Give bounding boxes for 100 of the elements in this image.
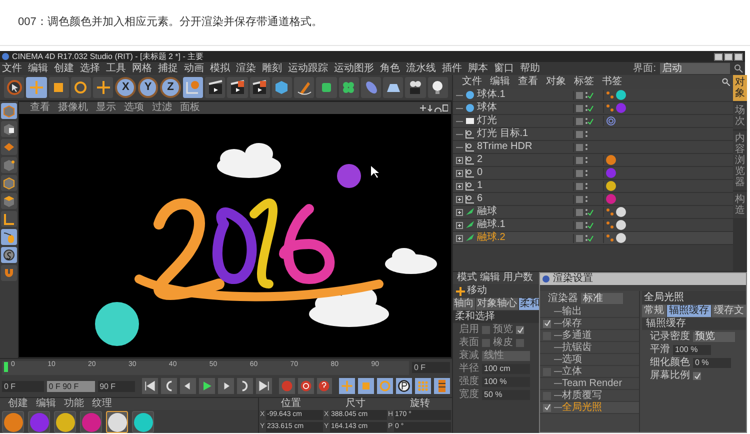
expand-icon[interactable] <box>456 170 463 176</box>
renderer-dropdown[interactable]: 标准 <box>581 293 623 304</box>
menu-item[interactable]: 动画 <box>184 62 204 74</box>
settings-list-item[interactable]: 输出 <box>540 306 639 318</box>
expand-icon[interactable] <box>456 208 463 216</box>
menu-item[interactable]: 编辑 <box>490 76 510 88</box>
menu-item[interactable]: 脚本 <box>468 62 488 74</box>
menu-item[interactable]: 插件 <box>442 62 462 74</box>
number-field[interactable]: 100 % <box>673 345 711 355</box>
menu-item[interactable]: 编辑 <box>28 62 48 74</box>
side-tab[interactable]: 内容浏览器 <box>733 131 747 190</box>
density-dropdown[interactable]: 预览 <box>693 332 735 342</box>
menu-item[interactable]: 创建 <box>54 62 74 74</box>
menu-item[interactable]: 选项 <box>124 102 144 114</box>
settings-list-item[interactable]: 抗锯齿 <box>540 342 639 354</box>
tweak-mode-button[interactable] <box>1 229 17 245</box>
material-tag[interactable] <box>606 181 616 191</box>
check-icon[interactable] <box>585 234 594 242</box>
points-mode-button[interactable] <box>1 157 17 173</box>
settings-list-item[interactable]: 选项 <box>540 354 639 366</box>
move-key-button[interactable] <box>339 378 356 394</box>
select-button[interactable] <box>4 77 24 98</box>
menu-item[interactable]: 纹理 <box>92 398 112 410</box>
viewport[interactable] <box>19 114 451 357</box>
timeline-layout-button[interactable] <box>434 378 450 394</box>
first-frame-button[interactable] <box>142 378 158 394</box>
phong-tag-icon[interactable] <box>606 234 614 242</box>
menu-item[interactable]: 对象 <box>546 76 566 88</box>
cloner-button[interactable] <box>338 77 359 98</box>
settings-list-item[interactable]: 立体 <box>540 366 639 378</box>
rotate-key-button[interactable] <box>377 378 394 394</box>
menu-item[interactable]: 查看 <box>518 76 538 88</box>
object-row[interactable]: 1 <box>453 180 733 193</box>
edges-mode-button[interactable] <box>1 175 17 191</box>
axis-lock-button[interactable]: Y <box>138 77 158 98</box>
menu-item[interactable]: 显示 <box>96 102 116 114</box>
tab[interactable]: 常规 <box>642 305 666 317</box>
menu-item[interactable]: 编辑 <box>36 398 56 410</box>
object-row[interactable]: 0 <box>453 167 733 180</box>
maximize-button[interactable] <box>724 52 733 60</box>
menu-item[interactable]: 文件 <box>462 76 482 88</box>
checkbox[interactable] <box>543 320 551 328</box>
axis-lock-button[interactable]: Z <box>160 77 181 98</box>
menu-item[interactable]: 工具 <box>106 62 126 74</box>
object-row[interactable]: 8Trime HDR <box>453 141 733 154</box>
last-frame-button[interactable] <box>256 378 272 394</box>
expand-icon[interactable] <box>456 182 463 190</box>
settings-list-item[interactable]: 保存 <box>540 318 639 330</box>
check-icon[interactable] <box>585 220 594 230</box>
settings-list-item[interactable]: Team Render <box>540 378 639 390</box>
menu-item[interactable]: 运动跟踪 <box>288 62 328 74</box>
menu-item[interactable]: 角色 <box>380 62 400 74</box>
play-button[interactable] <box>199 378 215 394</box>
menu-item[interactable]: 创建 <box>8 398 28 410</box>
object-row[interactable]: 灯光 <box>453 115 733 128</box>
frame-range-slider[interactable]: 0 F 90 F <box>46 380 95 392</box>
tab[interactable]: 轴向 <box>453 298 475 310</box>
target-tag-icon[interactable] <box>606 116 616 126</box>
loop-back-button[interactable] <box>161 378 178 394</box>
side-tab[interactable]: 对象 <box>733 75 747 101</box>
menu-item[interactable]: 网格 <box>132 62 152 74</box>
expand-icon[interactable] <box>456 234 463 242</box>
menu-item[interactable]: 摄像机 <box>58 102 88 114</box>
expand-icon[interactable] <box>456 196 463 202</box>
settings-list-item[interactable]: 多通道 <box>540 330 639 342</box>
menu-item[interactable]: 帮助 <box>520 62 540 74</box>
playhead[interactable] <box>4 362 8 372</box>
magnet-button[interactable] <box>1 265 17 281</box>
checkbox[interactable] <box>482 339 490 347</box>
pen-button[interactable] <box>294 77 314 98</box>
check-icon[interactable] <box>585 208 594 216</box>
object-row[interactable]: 融球 <box>453 206 733 219</box>
autokey-button[interactable] <box>298 378 314 394</box>
deformer-button[interactable] <box>360 77 382 98</box>
menu-item[interactable]: 编辑 <box>480 272 500 284</box>
rotate-button[interactable] <box>70 77 92 98</box>
number-field[interactable]: 50 % <box>482 390 530 400</box>
checkbox[interactable] <box>543 368 551 376</box>
scale-key-button[interactable] <box>358 378 374 394</box>
menu-item[interactable]: 用户数 <box>503 272 533 284</box>
object-row[interactable]: 球体 <box>453 102 733 115</box>
number-field[interactable]: 100 % <box>482 377 530 387</box>
light-button[interactable] <box>428 77 448 98</box>
snap-button[interactable] <box>1 247 17 263</box>
check-icon[interactable] <box>585 90 594 100</box>
polygons-mode-button[interactable] <box>1 193 17 209</box>
side-tab[interactable]: 构造 <box>733 192 747 218</box>
menu-item[interactable]: 书签 <box>602 76 622 88</box>
phong-tag-icon[interactable] <box>606 208 614 216</box>
expand-icon[interactable] <box>456 222 463 228</box>
checkbox[interactable] <box>516 326 524 334</box>
material-tag[interactable] <box>616 207 626 217</box>
object-row[interactable]: 2 <box>453 154 733 167</box>
number-field[interactable]: 100 cm <box>482 364 530 374</box>
menu-item[interactable]: 窗口 <box>494 62 514 74</box>
material-tag[interactable] <box>616 90 626 100</box>
search-icon[interactable] <box>722 78 730 86</box>
menu-item[interactable]: 流水线 <box>406 62 436 74</box>
menu-item[interactable]: 选择 <box>80 62 100 74</box>
loop-forward-button[interactable] <box>236 378 253 394</box>
